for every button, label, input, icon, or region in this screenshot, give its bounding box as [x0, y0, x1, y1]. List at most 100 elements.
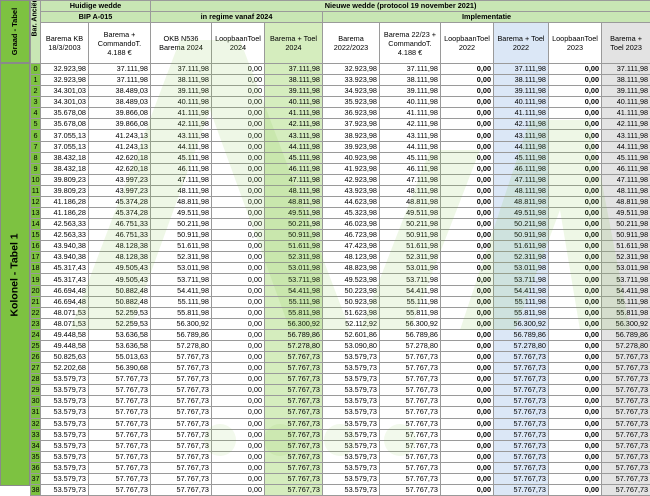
table-cell: 38.111,98: [602, 75, 650, 86]
table-cell: 48.811,98: [602, 196, 650, 207]
table-cell: 0,00: [212, 396, 265, 407]
table-row: 1241.186,2845.374,2848.811,980,0048.811,…: [31, 196, 650, 207]
table-cell: 57.767,73: [151, 429, 212, 440]
table-cell: 53.579,73: [323, 451, 380, 462]
table-cell: 57.767,73: [151, 462, 212, 473]
anciennity-cell: 6: [31, 130, 41, 141]
rank-side-label: Kolonel - Tabel 1: [0, 63, 30, 486]
table-row: 3453.579,7357.767,7357.767,730,0057.767,…: [31, 440, 650, 451]
table-cell: 56.300,92: [602, 318, 650, 329]
anciennity-cell: 23: [31, 318, 41, 329]
table-cell: 0,00: [549, 252, 602, 263]
table-cell: 0,00: [212, 152, 265, 163]
table-cell: 42.923,98: [323, 174, 380, 185]
table-cell: 57.767,73: [494, 407, 549, 418]
table-cell: 41.111,98: [151, 108, 212, 119]
table-cell: 53.579,73: [323, 396, 380, 407]
table-cell: 47.423,98: [323, 241, 380, 252]
table-cell: 57.767,73: [265, 440, 323, 451]
table-cell: 53.579,73: [323, 407, 380, 418]
table-cell: 0,00: [441, 418, 494, 429]
table-cell: 40.111,98: [265, 97, 323, 108]
table-cell: 0,00: [441, 462, 494, 473]
table-cell: 57.767,73: [89, 440, 151, 451]
table-cell: 0,00: [441, 219, 494, 230]
table-cell: 54.411,98: [265, 285, 323, 296]
table-cell: 0,00: [549, 274, 602, 285]
table-cell: 53.579,73: [323, 352, 380, 363]
table-cell: 50.911,98: [380, 230, 441, 241]
table-cell: 49.505,43: [89, 274, 151, 285]
anciennity-cell: 4: [31, 108, 41, 119]
table-cell: 0,00: [212, 86, 265, 97]
anciennity-cell: 9: [31, 163, 41, 174]
table-cell: 48.811,98: [151, 196, 212, 207]
table-cell: 0,00: [441, 363, 494, 374]
table-cell: 57.767,73: [89, 374, 151, 385]
table-cell: 50.911,98: [151, 230, 212, 241]
table-cell: 57.767,73: [380, 473, 441, 484]
table-cell: 55.013,63: [89, 352, 151, 363]
table-cell: 0,00: [212, 307, 265, 318]
table-cell: 43.111,98: [380, 130, 441, 141]
table-row: 3253.579,7357.767,7357.767,730,0057.767,…: [31, 418, 650, 429]
table-cell: 57.767,73: [265, 363, 323, 374]
table-row: 435.678,0839.866,0841.111,980,0041.111,9…: [31, 108, 650, 119]
table-cell: 0,00: [441, 108, 494, 119]
table-cell: 34.923,98: [323, 86, 380, 97]
table-cell: 57.767,73: [494, 451, 549, 462]
table-cell: 38.923,98: [323, 130, 380, 141]
table-cell: 0,00: [549, 363, 602, 374]
table-cell: 0,00: [549, 196, 602, 207]
table-cell: 0,00: [212, 274, 265, 285]
table-cell: 46.111,98: [380, 163, 441, 174]
table-cell: 46.111,98: [602, 163, 650, 174]
table-row: 2348.071,5352.259,5356.300,920,0056.300,…: [31, 318, 650, 329]
table-cell: 0,00: [441, 429, 494, 440]
table-row: 2752.202,6856.390,6857.767,730,0057.767,…: [31, 363, 650, 374]
table-cell: 41.111,98: [602, 108, 650, 119]
table-cell: 0,00: [212, 252, 265, 263]
table-cell: 0,00: [212, 329, 265, 340]
table-cell: 40.923,98: [323, 152, 380, 163]
col-header: Barema + Toel 2023: [602, 23, 650, 64]
table-cell: 53.579,73: [41, 396, 89, 407]
table-cell: 57.767,73: [151, 352, 212, 363]
table-cell: 57.767,73: [89, 418, 151, 429]
table-cell: 38.111,98: [151, 75, 212, 86]
table-cell: 0,00: [549, 451, 602, 462]
table-cell: 57.278,80: [494, 340, 549, 351]
table-cell: 0,00: [441, 119, 494, 130]
table-cell: 56.300,92: [151, 318, 212, 329]
table-cell: 55.111,98: [380, 296, 441, 307]
table-cell: 51.611,98: [602, 241, 650, 252]
table-cell: 57.278,80: [151, 340, 212, 351]
table-cell: 53.579,73: [41, 473, 89, 484]
table-cell: 57.767,73: [89, 462, 151, 473]
table-cell: 45.111,98: [265, 152, 323, 163]
table-cell: 0,00: [441, 163, 494, 174]
col-header: LoopbaanToel 2023: [549, 23, 602, 64]
table-cell: 0,00: [549, 141, 602, 152]
anciennity-cell: 18: [31, 263, 41, 274]
table-cell: 52.311,98: [380, 252, 441, 263]
grade-table-label: Graad - Tabel: [11, 8, 20, 55]
table-cell: 0,00: [441, 185, 494, 196]
table-cell: 56.300,92: [494, 318, 549, 329]
rank-label: Kolonel - Tabel 1: [9, 233, 21, 316]
table-cell: 57.767,73: [265, 396, 323, 407]
table-cell: 0,00: [212, 219, 265, 230]
table-cell: 52.311,98: [602, 252, 650, 263]
table-cell: 53.579,73: [41, 429, 89, 440]
table-cell: 53.579,73: [323, 429, 380, 440]
table-cell: 48.123,98: [323, 252, 380, 263]
table-cell: 0,00: [212, 75, 265, 86]
table-cell: 0,00: [441, 385, 494, 396]
anciennity-cell: 8: [31, 152, 41, 163]
table-cell: 57.767,73: [602, 352, 650, 363]
anciennity-cell: 14: [31, 219, 41, 230]
table-row: 2449.448,5853.636,5856.789,860,0056.789,…: [31, 329, 650, 340]
anciennity-cell: 35: [31, 451, 41, 462]
table-cell: 57.767,73: [151, 418, 212, 429]
table-cell: 0,00: [441, 318, 494, 329]
